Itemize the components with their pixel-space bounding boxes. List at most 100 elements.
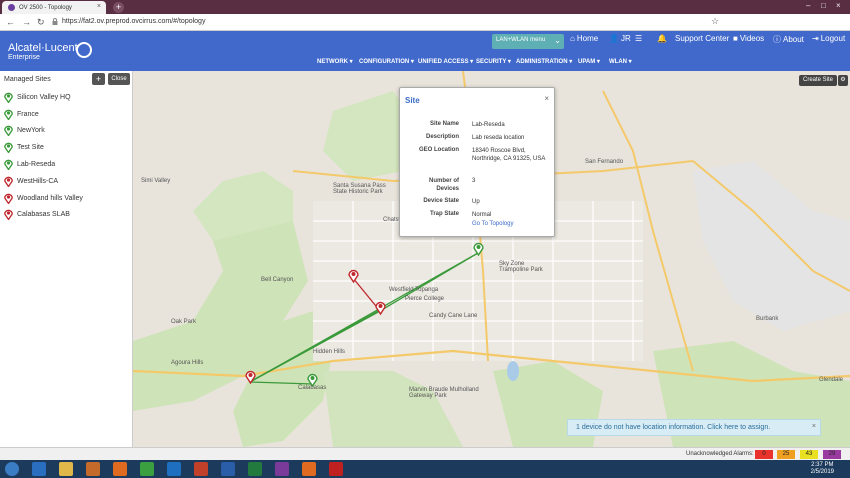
logout-link[interactable]: ⇥ Logout (812, 34, 845, 43)
map-label: Candy Cane Lane (429, 313, 478, 319)
add-site-button[interactable]: + (92, 73, 105, 85)
location-pin-icon (4, 126, 13, 137)
logout-icon: ⇥ (812, 34, 819, 43)
acrobat-icon[interactable] (329, 462, 343, 476)
map-label: Burbank (756, 316, 779, 322)
support-center-link[interactable]: Support Center (675, 34, 729, 43)
alarm-warning-count[interactable]: 29 (823, 450, 841, 459)
location-notice[interactable]: 1 device do not have location informatio… (567, 419, 821, 436)
new-tab-button[interactable]: + (113, 2, 124, 13)
about-link[interactable]: ⓘ About (773, 34, 804, 45)
popup-close-icon[interactable]: × (544, 94, 549, 103)
site-list-item[interactable]: NewYork (0, 123, 133, 140)
site-name: Silicon Valley HQ (17, 93, 71, 101)
chevron-down-icon: ⌄ (554, 36, 561, 45)
ie-icon[interactable] (32, 462, 46, 476)
map-marker-calabasas-slab[interactable] (245, 370, 256, 384)
list-icon: ☰ (635, 34, 643, 43)
close-tab-icon[interactable]: × (97, 3, 101, 10)
site-name: Lab-Reseda (17, 161, 56, 169)
chrome-icon[interactable] (140, 462, 154, 476)
map-label: Marvin Braude Mulholland Gateway Park (409, 387, 479, 399)
logo-main-text: Alcatel·Lucent (8, 42, 78, 54)
powerpoint-icon[interactable] (194, 462, 208, 476)
map-label: Bell Canyon (261, 277, 294, 283)
site-name: Calabasas SLAB (17, 211, 70, 219)
site-name: Woodland hills Valley (17, 194, 83, 202)
alarm-major-count[interactable]: 25 (777, 450, 795, 459)
system-clock[interactable]: 2:37 PM 2/5/2019 (811, 462, 834, 476)
nav-network[interactable]: NETWORK ▾ (317, 58, 353, 65)
map-label: Pierce College (405, 296, 445, 302)
map-marker-westhills[interactable] (348, 269, 359, 283)
nav-configuration[interactable]: CONFIGURATION ▾ (359, 58, 414, 65)
create-site-button[interactable]: Create Site (798, 75, 837, 86)
site-list: Silicon Valley HQ France NewYork Test Site L… (0, 89, 133, 223)
map-label: Glendale (819, 377, 844, 383)
alarms-label: Unacknowledged Alarms: (686, 451, 754, 457)
user-link[interactable]: 👤 JR (609, 34, 631, 43)
map-label: Simi Valley (141, 178, 171, 184)
site-name: WestHills-CA (17, 177, 59, 185)
site-list-item[interactable]: Lab-Reseda (0, 156, 133, 173)
map-settings-button[interactable]: ⚙ (838, 75, 848, 86)
location-pin-icon (4, 109, 13, 120)
browser-tab[interactable]: OV 2500 - Topology × (2, 1, 106, 14)
brand-logo: Alcatel·Lucent Enterprise (8, 42, 78, 61)
map-label: Oak Park (171, 319, 197, 325)
outlook-icon[interactable] (167, 462, 181, 476)
brand-mark-icon (76, 42, 92, 58)
map-label: San Fernando (585, 159, 624, 165)
firefox-icon[interactable] (113, 462, 127, 476)
file-explorer-icon[interactable] (59, 462, 73, 476)
reload-icon[interactable]: ↻ (37, 17, 45, 28)
site-list-item[interactable]: WestHills-CA (0, 173, 133, 190)
close-window-icon[interactable]: × (836, 1, 841, 10)
nav-administration[interactable]: ADMINISTRATION ▾ (516, 58, 572, 65)
user-icon: 👤 (609, 34, 619, 43)
notice-close-icon[interactable]: × (812, 423, 816, 430)
forward-icon[interactable]: → (22, 17, 31, 27)
nav-upam[interactable]: UPAM ▾ (578, 58, 600, 65)
alarm-minor-count[interactable]: 43 (800, 450, 818, 459)
browser-tabbar: OV 2500 - Topology × + – □ × (0, 0, 850, 14)
notifications-button[interactable]: 🔔 (657, 34, 667, 43)
bookmark-star-icon[interactable]: ☆ (711, 16, 719, 27)
nav-unified-access[interactable]: UNIFIED ACCESS ▾ (418, 58, 473, 65)
map-label: Calabasas (298, 385, 327, 391)
videos-link[interactable]: ■ Videos (733, 34, 764, 43)
windows-taskbar: 2:37 PM 2/5/2019 (0, 460, 850, 478)
firefox-2-icon[interactable] (302, 462, 316, 476)
alarms-bar: Unacknowledged Alarms: 0 25 43 29 (0, 447, 850, 460)
media-player-icon[interactable] (86, 462, 100, 476)
home-link[interactable]: ⌂ Home (570, 34, 598, 43)
nav-wlan[interactable]: WLAN ▾ (609, 58, 632, 65)
menu-type-select[interactable]: LAN+WLAN menu ⌄ (492, 34, 564, 49)
map-label: Hidden Hills (313, 349, 346, 355)
site-list-item[interactable]: France (0, 106, 133, 123)
map-marker-woodland-hills[interactable] (375, 301, 386, 315)
main-nav: NETWORK ▾ CONFIGURATION ▾ UNIFIED ACCESS… (0, 58, 850, 71)
lock-icon (52, 18, 58, 25)
site-list-item[interactable]: Silicon Valley HQ (0, 89, 133, 106)
close-panel-button[interactable]: Close (108, 73, 130, 85)
excel-icon[interactable] (248, 462, 262, 476)
map-marker-lab-reseda[interactable] (473, 242, 484, 256)
site-list-item[interactable]: Calabasas SLAB (0, 207, 133, 224)
word-icon[interactable] (221, 462, 235, 476)
managed-sites-title: Managed Sites (4, 76, 51, 83)
nav-security[interactable]: SECURITY ▾ (476, 58, 511, 65)
site-list-item[interactable]: Woodland hills Valley (0, 190, 133, 207)
managed-sites-panel: Managed Sites + Close Silicon Valley HQ F… (0, 71, 133, 447)
maximize-icon[interactable]: □ (821, 1, 826, 10)
menu-list-button[interactable]: ☰ (635, 34, 642, 43)
start-button-icon[interactable] (5, 462, 19, 476)
url-field[interactable]: https://fat2.ov.preprod.ovcirrus.com/#/t… (62, 18, 205, 25)
minimize-icon[interactable]: – (806, 1, 810, 10)
notice-text: 1 device do not have location informatio… (576, 424, 771, 431)
go-to-topology-link[interactable]: Go To Topology (472, 221, 513, 227)
alarm-critical-count[interactable]: 0 (755, 450, 773, 459)
back-icon[interactable]: ← (6, 17, 15, 27)
site-list-item[interactable]: Test Site (0, 139, 133, 156)
onenote-icon[interactable] (275, 462, 289, 476)
